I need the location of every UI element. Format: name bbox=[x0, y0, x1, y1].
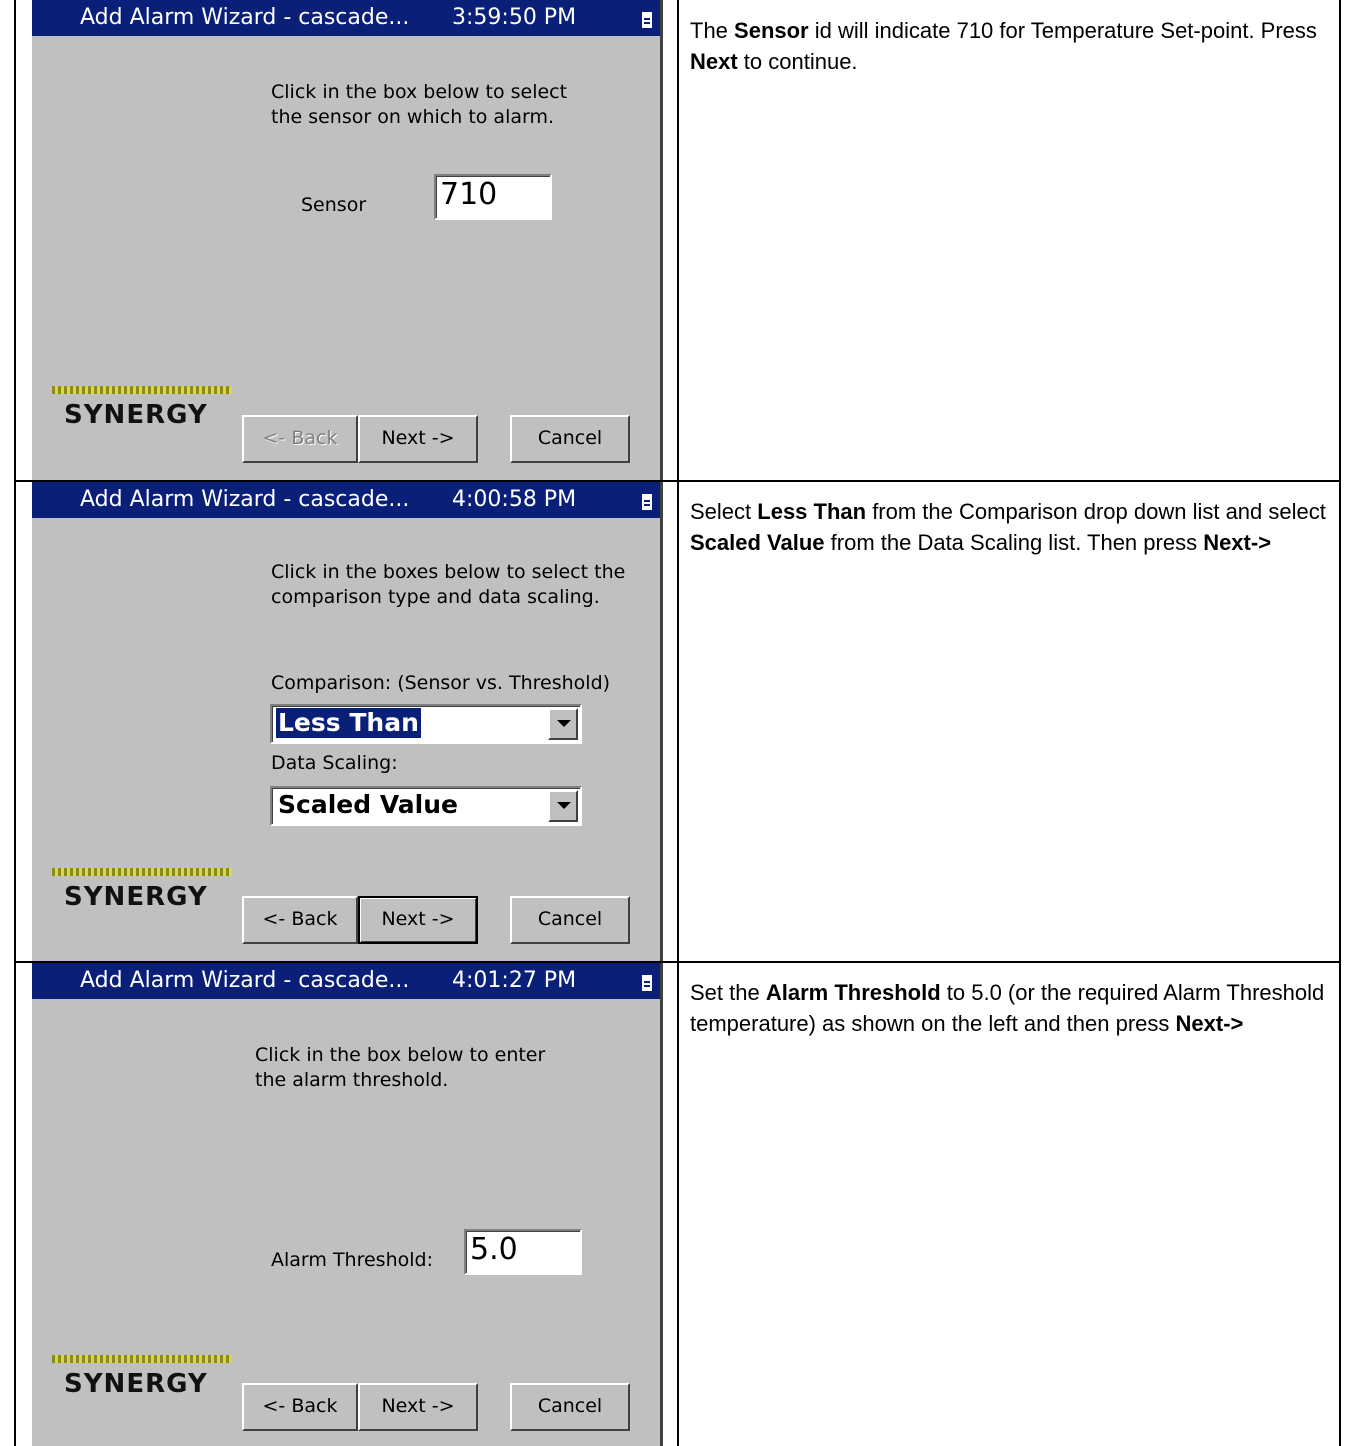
sensor-input[interactable]: 710 bbox=[434, 174, 552, 220]
sensor-label: Sensor bbox=[301, 194, 367, 216]
instruction-text: Click in the box below to enter the alar… bbox=[255, 1044, 546, 1091]
back-button[interactable]: <- Back bbox=[242, 896, 358, 944]
next-button[interactable]: Next -> bbox=[358, 415, 478, 463]
title-bar: Add Alarm Wizard - cascade... 3:59:50 PM bbox=[32, 0, 660, 36]
table-border-left bbox=[14, 0, 16, 1446]
cancel-button[interactable]: Cancel bbox=[510, 415, 630, 463]
panel-shadow bbox=[660, 0, 663, 480]
chevron-down-icon[interactable] bbox=[548, 708, 578, 740]
clock-time: 4:01:27 PM bbox=[452, 968, 577, 993]
logo-stripes bbox=[52, 1355, 232, 1363]
instruction-text: Click in the box below to select the sen… bbox=[271, 81, 568, 128]
cancel-button[interactable]: Cancel bbox=[510, 896, 630, 944]
data-scaling-selected: Scaled Value bbox=[278, 790, 458, 819]
step-description-3: Set the Alarm Threshold to 5.0 (or the r… bbox=[690, 980, 1325, 1036]
data-scaling-dropdown[interactable]: Scaled Value bbox=[270, 786, 582, 826]
comparison-dropdown[interactable]: Less Than bbox=[270, 704, 582, 744]
window-title: Add Alarm Wizard - cascade... bbox=[80, 487, 410, 512]
clock-time: 4:00:58 PM bbox=[452, 487, 577, 512]
wizard-window-comparison: Add Alarm Wizard - cascade... 4:00:58 PM… bbox=[32, 482, 660, 961]
cancel-button[interactable]: Cancel bbox=[510, 1383, 630, 1431]
synergy-logo: SYNERGY bbox=[32, 868, 242, 928]
window-title: Add Alarm Wizard - cascade... bbox=[80, 5, 410, 30]
menu-icon[interactable] bbox=[642, 12, 652, 28]
back-button[interactable]: <- Back bbox=[242, 415, 358, 463]
alarm-threshold-input[interactable]: 5.0 bbox=[464, 1229, 582, 1275]
next-button[interactable]: Next -> bbox=[358, 1383, 478, 1431]
panel-shadow bbox=[660, 963, 663, 1446]
instruction-text: Click in the boxes below to select the c… bbox=[271, 561, 626, 608]
title-bar: Add Alarm Wizard - cascade... 4:00:58 PM bbox=[32, 482, 660, 518]
menu-icon[interactable] bbox=[642, 494, 652, 510]
comparison-selected: Less Than bbox=[276, 708, 421, 738]
table-border-right bbox=[1339, 0, 1341, 1446]
logo-stripes bbox=[52, 386, 232, 394]
step-description-2: Select Less Than from the Comparison dro… bbox=[690, 499, 1326, 555]
chevron-down-icon[interactable] bbox=[548, 790, 578, 822]
next-button[interactable]: Next -> bbox=[358, 896, 478, 944]
wizard-window-sensor: Add Alarm Wizard - cascade... 3:59:50 PM… bbox=[32, 0, 660, 480]
logo-text: SYNERGY bbox=[64, 1369, 208, 1399]
clock-time: 3:59:50 PM bbox=[452, 5, 577, 30]
data-scaling-label: Data Scaling: bbox=[271, 752, 398, 774]
logo-text: SYNERGY bbox=[64, 400, 208, 430]
step-description-1: The Sensor id will indicate 710 for Temp… bbox=[690, 18, 1317, 74]
wizard-window-threshold: Add Alarm Wizard - cascade... 4:01:27 PM… bbox=[32, 963, 660, 1446]
window-title: Add Alarm Wizard - cascade... bbox=[80, 968, 410, 993]
synergy-logo: SYNERGY bbox=[32, 386, 242, 446]
panel-shadow bbox=[660, 482, 663, 961]
back-button[interactable]: <- Back bbox=[242, 1383, 358, 1431]
alarm-threshold-label: Alarm Threshold: bbox=[271, 1249, 433, 1271]
comparison-label: Comparison: (Sensor vs. Threshold) bbox=[271, 672, 611, 694]
logo-text: SYNERGY bbox=[64, 882, 208, 912]
synergy-logo: SYNERGY bbox=[32, 1355, 242, 1415]
title-bar: Add Alarm Wizard - cascade... 4:01:27 PM bbox=[32, 963, 660, 999]
menu-icon[interactable] bbox=[642, 975, 652, 991]
logo-stripes bbox=[52, 868, 232, 876]
table-border-middle bbox=[677, 0, 679, 1446]
